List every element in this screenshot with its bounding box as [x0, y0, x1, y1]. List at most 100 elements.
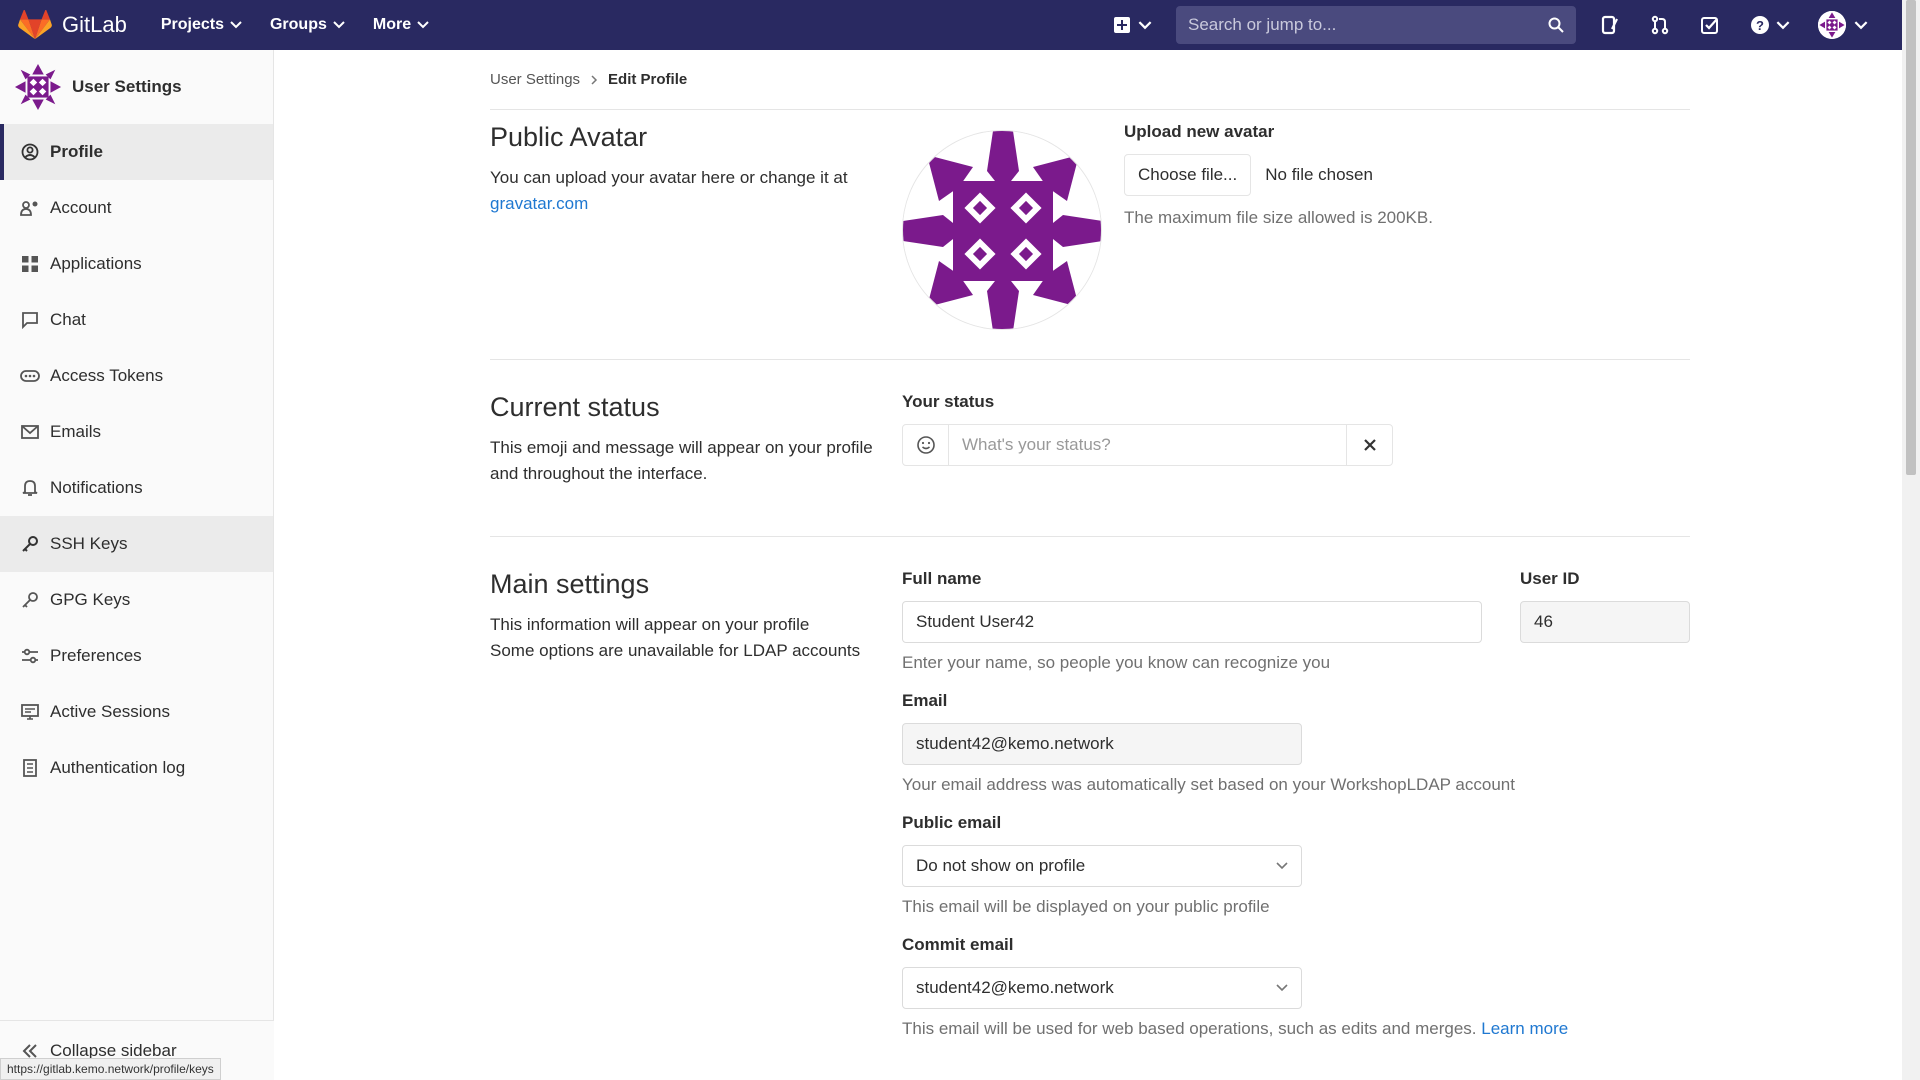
- help-icon: ?: [1751, 16, 1769, 34]
- avatar-desc-text: You can upload your avatar here or chang…: [490, 168, 848, 187]
- key-icon: [20, 534, 40, 554]
- chevron-down-icon: [1276, 862, 1288, 870]
- new-item-dropdown[interactable]: [1114, 17, 1152, 33]
- chevron-down-icon: [1776, 20, 1790, 29]
- status-input-group: [902, 424, 1393, 466]
- email-help: Your email address was automatically set…: [902, 775, 1515, 794]
- sidebar-item-ssh-keys[interactable]: SSH Keys: [0, 516, 273, 572]
- more-label: More: [372, 16, 412, 33]
- sidebar-context-header[interactable]: User Settings: [0, 50, 273, 124]
- sidebar-item-account[interactable]: Account: [0, 180, 273, 236]
- public-email-help: This email will be displayed on your pub…: [902, 897, 1270, 916]
- sidebar-item-label: Authentication log: [50, 758, 186, 777]
- scrollbar-thumb[interactable]: [1906, 0, 1916, 475]
- commit-email-select[interactable]: student42@kemo.network: [902, 967, 1302, 1009]
- breadcrumb-user-settings[interactable]: User Settings: [490, 71, 580, 88]
- smiley-icon: [916, 436, 935, 454]
- chevron-down-icon: [1138, 20, 1152, 29]
- sidebar-item-chat[interactable]: Chat: [0, 292, 273, 348]
- section-description: This information will appear on your pro…: [490, 612, 882, 664]
- full-name-input[interactable]: [902, 601, 1482, 643]
- sidebar-item-label: Access Tokens: [50, 366, 164, 385]
- sidebar-item-authentication-log[interactable]: Authentication log: [0, 740, 273, 796]
- gitlab-home-link[interactable]: GitLab: [18, 0, 127, 50]
- search-icon: [1548, 17, 1564, 33]
- section-description: This emoji and message will appear on yo…: [490, 438, 873, 483]
- close-icon: [1363, 439, 1376, 451]
- chevron-down-icon: [1276, 984, 1288, 992]
- public-email-select[interactable]: Do not show on profile: [902, 845, 1302, 887]
- user-id-input: [1520, 601, 1690, 643]
- gravatar-link[interactable]: gravatar.com: [490, 194, 588, 213]
- sidebar-context-title: User Settings: [72, 77, 182, 96]
- sidebar-nav: Profile Account Applications Chat Access…: [0, 124, 273, 796]
- chevron-right-icon: [591, 74, 598, 85]
- learn-more-link[interactable]: Learn more: [1481, 1019, 1568, 1038]
- more-dropdown[interactable]: More: [373, 16, 429, 34]
- issues-icon: [1601, 15, 1618, 35]
- sidebar-item-gpg-keys[interactable]: GPG Keys: [0, 572, 273, 628]
- sidebar-item-notifications[interactable]: Notifications: [0, 460, 273, 516]
- navbar-right: ?: [1114, 0, 1902, 50]
- identicon-icon: [14, 63, 62, 111]
- user-menu-dropdown[interactable]: [1818, 11, 1868, 39]
- email-label: Email: [902, 691, 948, 710]
- sidebar-item-applications[interactable]: Applications: [0, 236, 273, 292]
- section-description: You can upload your avatar here or chang…: [490, 165, 882, 217]
- commit-email-selected: student42@kemo.network: [916, 978, 1114, 997]
- full-name-label: Full name: [902, 569, 982, 588]
- sidebar-item-emails[interactable]: Emails: [0, 404, 273, 460]
- full-name-help: Enter your name, so people you know can …: [902, 653, 1331, 672]
- sidebar-item-label: Profile: [50, 142, 103, 161]
- sidebar-item-profile[interactable]: Profile: [0, 124, 273, 180]
- chevron-down-icon: [1854, 20, 1868, 29]
- brand-name: GitLab: [62, 12, 127, 37]
- sidebar-item-preferences[interactable]: Preferences: [0, 628, 273, 684]
- gitlab-logo-icon: [18, 10, 52, 40]
- sidebar-item-label: Notifications: [50, 478, 143, 497]
- avatar-preview: [902, 130, 1102, 330]
- groups-label: Groups: [269, 16, 327, 33]
- section-title: Current status: [490, 392, 660, 422]
- user-avatar: [1818, 11, 1846, 39]
- merge-requests-link[interactable]: [1648, 13, 1672, 37]
- file-status-text: No file chosen: [1265, 165, 1373, 184]
- chevron-down-icon: [333, 21, 345, 29]
- monitor-icon: [20, 702, 40, 722]
- account-icon: [20, 198, 40, 218]
- breadcrumb-edit-profile[interactable]: Edit Profile: [608, 71, 687, 88]
- commit-email-help-row: This email will be used for web based op…: [902, 1019, 1690, 1039]
- todos-link[interactable]: [1698, 13, 1722, 37]
- key-icon: [20, 590, 40, 610]
- user-id-label: User ID: [1520, 569, 1580, 588]
- sidebar-item-label: GPG Keys: [50, 590, 131, 609]
- section-title: Public Avatar: [490, 122, 648, 152]
- choose-file-button[interactable]: Choose file...: [1124, 154, 1252, 196]
- identicon-icon: [1818, 11, 1846, 39]
- emoji-picker-button[interactable]: [903, 425, 949, 465]
- search-box[interactable]: [1176, 6, 1576, 44]
- sidebar-item-label: Preferences: [50, 646, 142, 665]
- top-navbar: GitLab Projects Groups More Search or ju…: [0, 0, 1902, 50]
- section-title: Main settings: [490, 569, 650, 599]
- sidebar-item-label: Applications: [50, 254, 142, 273]
- public-email-selected: Do not show on profile: [916, 856, 1086, 875]
- profile-icon: [20, 142, 40, 162]
- sidebar-item-label: Emails: [50, 422, 102, 441]
- plus-square-icon: [1114, 17, 1130, 33]
- page-scrollbar[interactable]: [1902, 0, 1920, 1080]
- clear-status-button[interactable]: [1346, 425, 1392, 465]
- your-status-label: Your status: [902, 392, 995, 411]
- groups-dropdown[interactable]: Groups: [270, 16, 345, 34]
- sidebar-item-active-sessions[interactable]: Active Sessions: [0, 684, 273, 740]
- main-desc-line2: Some options are unavailable for LDAP ac…: [490, 641, 861, 660]
- search-input[interactable]: [1188, 15, 1548, 35]
- sidebar-item-access-tokens[interactable]: Access Tokens: [0, 348, 273, 404]
- help-dropdown[interactable]: ?: [1748, 13, 1792, 37]
- status-message-input[interactable]: [949, 425, 1346, 465]
- sidebar-item-label: Active Sessions: [50, 702, 170, 721]
- issues-link[interactable]: [1598, 13, 1622, 37]
- projects-dropdown[interactable]: Projects: [161, 16, 242, 34]
- sidebar-item-label: Account: [50, 198, 112, 217]
- token-icon: [20, 366, 40, 386]
